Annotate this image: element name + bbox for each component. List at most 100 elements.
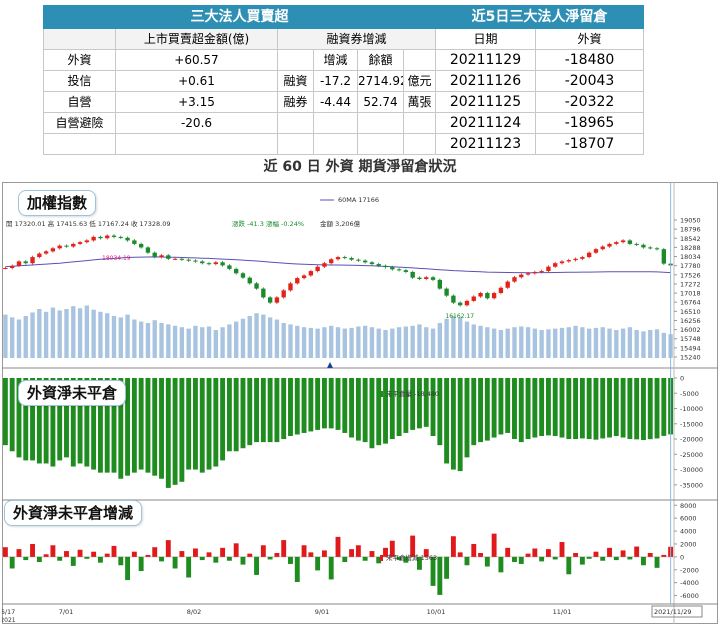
net-amount: +60.57 bbox=[115, 49, 278, 71]
candle-body bbox=[16, 261, 22, 266]
candle-body bbox=[322, 263, 327, 267]
volume-bar bbox=[369, 327, 375, 358]
volume-bar bbox=[614, 330, 619, 358]
oi-change-bar bbox=[362, 556, 368, 561]
open-interest-bar bbox=[383, 378, 388, 444]
oi-y-tick: -30000 bbox=[680, 466, 703, 474]
oi-change-bar bbox=[172, 556, 178, 569]
volume-bar bbox=[451, 316, 456, 358]
volume-bar bbox=[471, 324, 476, 358]
volume-bar bbox=[3, 314, 8, 358]
institutional-table-title: 三大法人買賣超 bbox=[43, 5, 436, 29]
oi-change-bar bbox=[349, 549, 355, 557]
volume-bar bbox=[186, 328, 191, 358]
ma60-legend: 60MA 17166 bbox=[338, 196, 379, 204]
candle-body bbox=[23, 261, 28, 264]
candle-body bbox=[424, 277, 429, 279]
volume-bar bbox=[634, 330, 639, 358]
volume-bar bbox=[145, 323, 151, 358]
candle-body bbox=[105, 235, 110, 239]
candle-body bbox=[281, 290, 286, 298]
volume-bar bbox=[234, 321, 239, 358]
candle-body bbox=[641, 244, 646, 248]
margin-balance: 52.74 bbox=[357, 91, 404, 113]
open-interest-bar bbox=[199, 378, 205, 473]
oi-y-tick: -10000 bbox=[680, 405, 703, 413]
volume-bar bbox=[417, 324, 422, 358]
candle-body bbox=[206, 263, 212, 265]
margin-balance: 2714.92 bbox=[357, 70, 404, 92]
candle-body bbox=[573, 258, 578, 261]
volume-bar bbox=[437, 323, 442, 358]
open-interest-bar bbox=[417, 378, 422, 429]
candle-body bbox=[369, 262, 375, 265]
volume-bar bbox=[301, 327, 307, 358]
candle-body bbox=[213, 262, 218, 265]
open-interest-bar bbox=[518, 378, 524, 443]
open-interest-bar bbox=[444, 378, 450, 464]
oi-change-bar bbox=[539, 556, 545, 562]
open-interest-bar bbox=[213, 378, 219, 467]
oi-change-bar bbox=[308, 552, 314, 557]
oi-change-bar bbox=[274, 553, 280, 557]
oi-change-bar bbox=[91, 551, 97, 557]
volume-bar bbox=[627, 327, 633, 358]
candle-body bbox=[349, 257, 354, 260]
ohlc-info: 開 17320.01 高 17415.63 低 17167.24 收 17328… bbox=[6, 219, 171, 228]
candle-body bbox=[227, 265, 232, 269]
change-info: 漲跌 -41.3 漲幅 -0.24% bbox=[232, 219, 304, 228]
oi-change-bar bbox=[437, 556, 443, 595]
oi-change-bar bbox=[600, 556, 606, 561]
candle-body bbox=[37, 253, 42, 258]
oi-change-y-tick: -4000 bbox=[680, 579, 699, 587]
panel-label-open-interest: 外資淨未平倉 bbox=[18, 380, 127, 406]
volume-bar bbox=[383, 330, 388, 358]
oi-y-tick: -35000 bbox=[680, 481, 703, 489]
candle-body bbox=[519, 274, 524, 278]
volume-bar bbox=[166, 324, 171, 358]
open-interest-bar bbox=[512, 378, 517, 440]
candle-body bbox=[308, 271, 314, 276]
open-interest-bar bbox=[620, 378, 626, 438]
candle-body bbox=[138, 243, 144, 248]
candle-body bbox=[295, 278, 300, 284]
candle-body bbox=[410, 271, 415, 278]
oi-change-bar bbox=[321, 550, 327, 557]
open-interest-bar bbox=[430, 378, 436, 436]
candle-body bbox=[648, 247, 653, 249]
x-tick-label: 2021/11/29 bbox=[654, 608, 691, 616]
candle-body bbox=[593, 249, 599, 253]
chart-area: 開 17320.01 高 17415.63 低 17167.24 收 17328… bbox=[0, 182, 718, 624]
oi-change-bar bbox=[301, 545, 307, 557]
volume-bar bbox=[519, 326, 524, 358]
open-interest-bar bbox=[641, 378, 646, 441]
x-tick-label: 7/01 bbox=[59, 608, 74, 616]
open-interest-bar bbox=[437, 378, 443, 446]
volume-bar bbox=[91, 309, 96, 358]
volume-bar bbox=[444, 318, 449, 358]
open-interest-bar bbox=[450, 378, 456, 470]
candle-body bbox=[580, 257, 585, 259]
volume-bar bbox=[30, 312, 35, 358]
index-y-tick: 15494 bbox=[680, 344, 701, 352]
volume-bar bbox=[648, 330, 653, 358]
oi-change-bar bbox=[84, 556, 90, 559]
open-interest-bar bbox=[505, 378, 511, 433]
margin-type: 融券 bbox=[277, 91, 314, 113]
oi-change-bar bbox=[607, 547, 612, 557]
open-interest-bar bbox=[281, 378, 287, 440]
candle-body bbox=[166, 255, 171, 259]
index-y-tick: 17272 bbox=[680, 280, 701, 288]
oi-change-bar bbox=[620, 550, 626, 557]
oi-cell: -18707 bbox=[535, 133, 644, 155]
margin-change: -17.2 bbox=[313, 70, 358, 92]
open-interest-bar bbox=[369, 378, 375, 449]
balance-header: 餘額 bbox=[357, 49, 404, 71]
volume-bar bbox=[593, 327, 599, 358]
candle-body bbox=[390, 267, 395, 270]
oi-cell: -20322 bbox=[535, 91, 644, 113]
oi-change-bar bbox=[77, 549, 83, 557]
oi-y-tick: -20000 bbox=[680, 436, 703, 444]
volume-bar bbox=[478, 325, 483, 358]
open-interest-bar bbox=[9, 378, 15, 452]
